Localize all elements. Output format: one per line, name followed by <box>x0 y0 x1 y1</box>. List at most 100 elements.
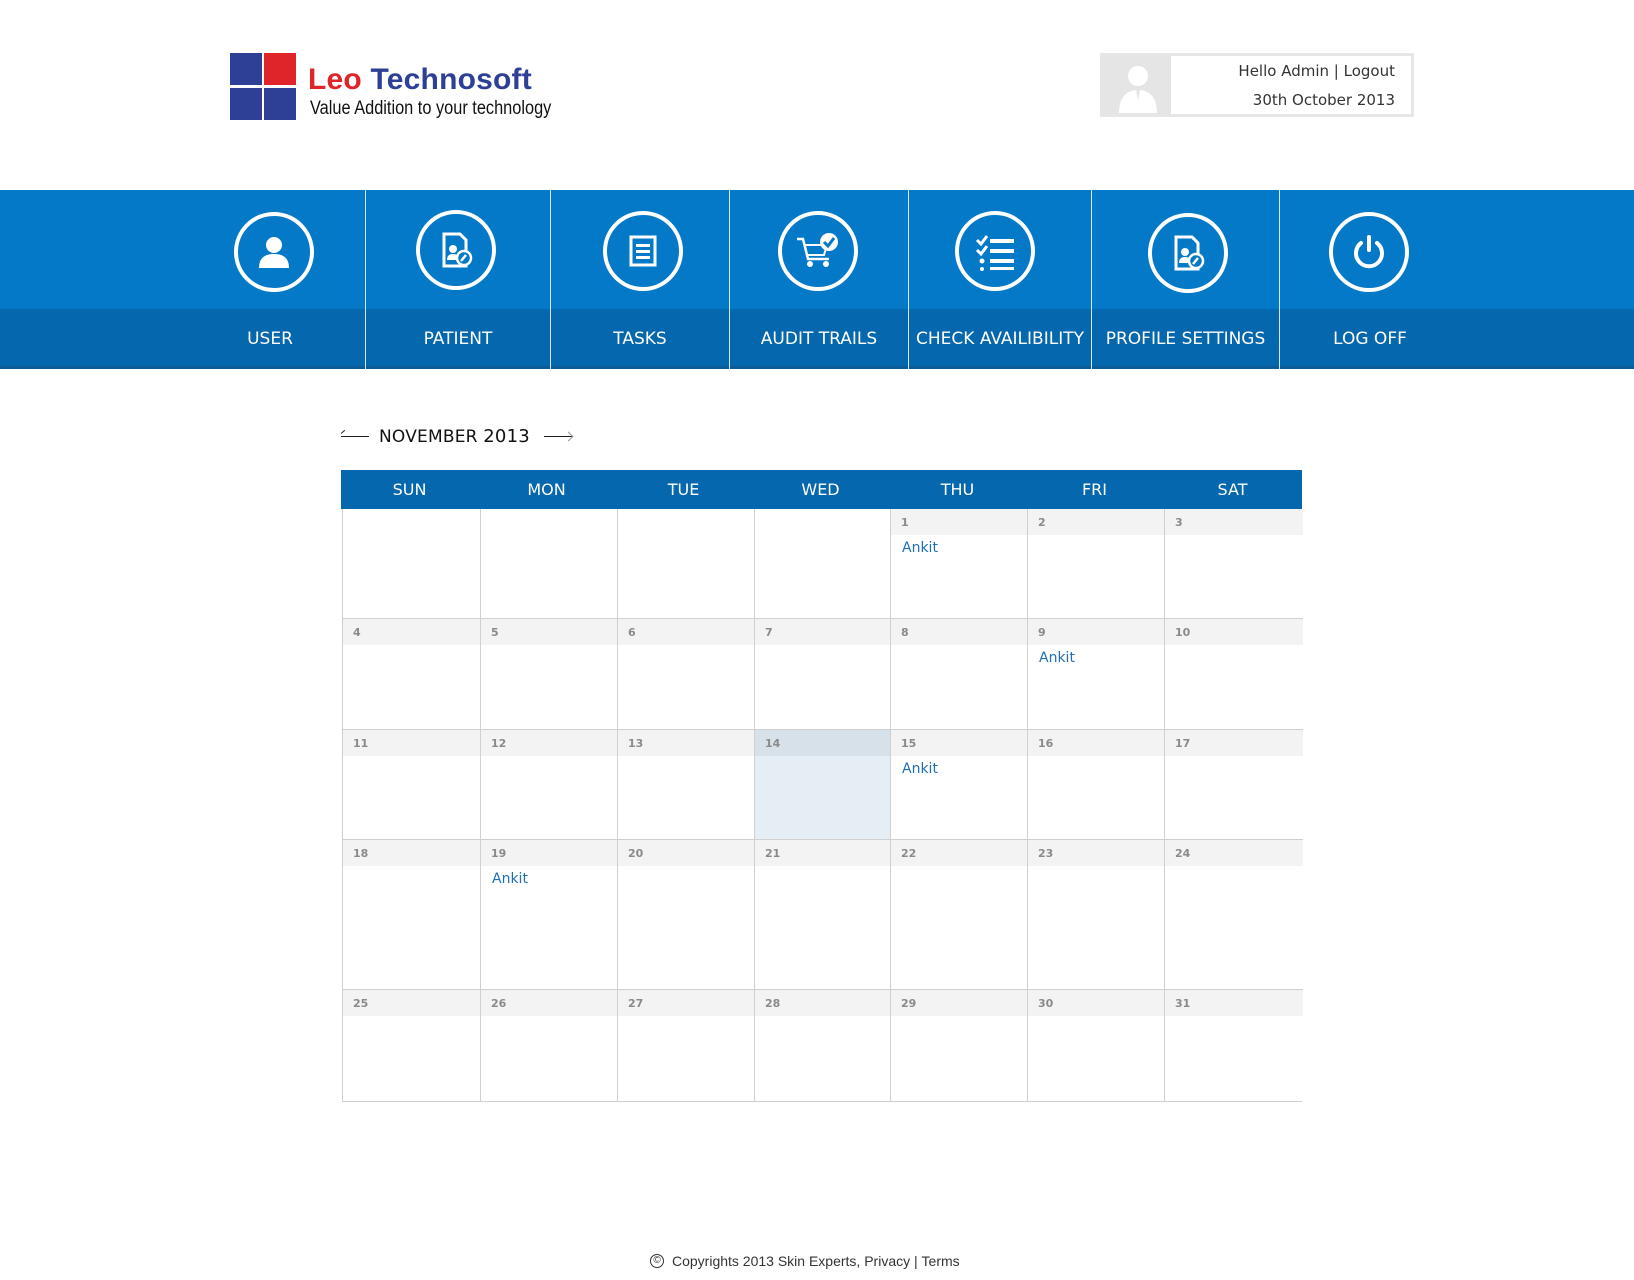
calendar-day-29[interactable]: 29 <box>891 990 1028 1101</box>
day-number: 30 <box>1028 990 1164 1016</box>
weekday-mon: MON <box>527 480 566 499</box>
day-number: 28 <box>755 990 890 1016</box>
avatar-placeholder-icon <box>1119 66 1157 113</box>
calendar-day-24[interactable]: 24 <box>1165 840 1303 990</box>
day-number: 21 <box>755 840 890 866</box>
logo-mark-icon <box>230 53 296 120</box>
calendar-day-11[interactable]: 11 <box>343 730 481 840</box>
nav-item-log-off[interactable]: LOG OFF <box>1279 190 1634 369</box>
day-number: 18 <box>343 840 480 866</box>
brand-name-part2: Technosoft <box>370 63 532 96</box>
calendar-day-16[interactable]: 16 <box>1028 730 1165 840</box>
calendar-day-22[interactable]: 22 <box>891 840 1028 990</box>
calendar-day-25[interactable]: 25 <box>343 990 481 1101</box>
privacy-link[interactable]: Privacy <box>864 1253 910 1269</box>
user-icon <box>234 212 314 292</box>
day-number: 14 <box>755 730 890 756</box>
checklist-icon <box>955 211 1035 291</box>
day-number: 12 <box>481 730 617 756</box>
nav-item-profile-settings[interactable]: PROFILE SETTINGS <box>1091 190 1279 369</box>
calendar-day-1[interactable]: 1 Ankit <box>891 509 1028 619</box>
day-number: 23 <box>1028 840 1164 866</box>
month-navigator: NOVEMBER 2013 <box>341 425 572 447</box>
calendar-day-9[interactable]: 9 Ankit <box>1028 619 1165 730</box>
footer-separator: | <box>914 1253 918 1269</box>
calendar-event[interactable]: Ankit <box>902 540 938 556</box>
logout-link[interactable]: Logout <box>1344 62 1395 80</box>
calendar-day-4[interactable]: 4 <box>343 619 481 730</box>
month-name: NOVEMBER <box>379 426 478 447</box>
nav-item-user[interactable]: USER <box>0 190 365 369</box>
calendar-day-28[interactable]: 28 <box>755 990 891 1101</box>
calendar-day-12[interactable]: 12 <box>481 730 618 840</box>
calendar-event[interactable]: Ankit <box>1039 650 1075 666</box>
brand-name-part1: Leo <box>308 63 362 96</box>
calendar-day-19[interactable]: 19 Ankit <box>481 840 618 990</box>
month-year-label: NOVEMBER 2013 <box>379 426 530 447</box>
day-number: 31 <box>1165 990 1303 1016</box>
calendar-cell-empty <box>481 509 618 619</box>
calendar-day-18[interactable]: 18 <box>343 840 481 990</box>
calendar-day-5[interactable]: 5 <box>481 619 618 730</box>
calendar-cell-empty <box>343 509 481 619</box>
nav-item-audit-trails[interactable]: AUDIT TRAILS <box>729 190 908 369</box>
day-number: 20 <box>618 840 754 866</box>
calendar-day-26[interactable]: 26 <box>481 990 618 1101</box>
footer: © Copyrights 2013 Skin Experts, Privacy … <box>650 1251 960 1271</box>
calendar-day-10[interactable]: 10 <box>1165 619 1303 730</box>
day-number: 3 <box>1165 509 1303 535</box>
day-number: 11 <box>343 730 480 756</box>
user-greeting: Hello Admin <box>1238 62 1330 80</box>
day-number: 15 <box>891 730 1027 756</box>
nav-label-tasks: TASKS <box>613 329 667 349</box>
day-number: 29 <box>891 990 1027 1016</box>
calendar-day-20[interactable]: 20 <box>618 840 755 990</box>
calendar-day-27[interactable]: 27 <box>618 990 755 1101</box>
next-month-arrow-icon[interactable] <box>543 435 572 437</box>
calendar-day-30[interactable]: 30 <box>1028 990 1165 1101</box>
weekday-wed: WED <box>801 480 840 499</box>
day-number: 6 <box>618 619 754 645</box>
nav-item-check-availability[interactable]: CHECK AVAILIBILITY <box>908 190 1091 369</box>
nav-label-log-off: LOG OFF <box>1333 329 1407 349</box>
calendar-day-7[interactable]: 7 <box>755 619 891 730</box>
day-number: 17 <box>1165 730 1303 756</box>
greeting-separator: | <box>1333 62 1339 80</box>
calendar-cell-empty <box>755 509 891 619</box>
calendar-event[interactable]: Ankit <box>492 871 528 887</box>
terms-link[interactable]: Terms <box>922 1253 960 1269</box>
avatar <box>1103 56 1171 114</box>
calendar-event[interactable]: Ankit <box>902 761 938 777</box>
calendar-day-23[interactable]: 23 <box>1028 840 1165 990</box>
calendar-day-3[interactable]: 3 <box>1165 509 1303 619</box>
prev-month-arrow-icon[interactable] <box>341 436 369 437</box>
calendar-day-2[interactable]: 2 <box>1028 509 1165 619</box>
calendar-day-17[interactable]: 17 <box>1165 730 1303 840</box>
nav-item-tasks[interactable]: TASKS <box>550 190 729 369</box>
calendar-cell-empty <box>618 509 755 619</box>
day-number: 2 <box>1028 509 1164 535</box>
nav-label-user: USER <box>247 329 293 349</box>
nav-label-check-availability: CHECK AVAILIBILITY <box>916 329 1084 349</box>
day-number: 1 <box>891 509 1027 535</box>
user-panel: Hello Admin | Logout 30th October 2013 <box>1100 53 1414 117</box>
calendar-day-14[interactable]: 14 <box>755 730 891 840</box>
nav-item-patient[interactable]: PATIENT <box>365 190 550 369</box>
day-number: 8 <box>891 619 1027 645</box>
weekday-sun: SUN <box>392 480 427 499</box>
calendar-day-8[interactable]: 8 <box>891 619 1028 730</box>
day-number: 16 <box>1028 730 1164 756</box>
calendar-day-21[interactable]: 21 <box>755 840 891 990</box>
calendar-day-15[interactable]: 15 Ankit <box>891 730 1028 840</box>
day-number: 7 <box>755 619 890 645</box>
day-number: 9 <box>1028 619 1164 645</box>
weekday-thu: THU <box>940 480 975 499</box>
copyright-icon: © <box>650 1254 664 1268</box>
brand-logo[interactable]: Leo Technosoft Value Addition to your te… <box>230 53 570 123</box>
power-icon <box>1329 212 1409 292</box>
day-number: 19 <box>481 840 617 866</box>
calendar-day-31[interactable]: 31 <box>1165 990 1303 1101</box>
calendar-day-6[interactable]: 6 <box>618 619 755 730</box>
calendar-day-13[interactable]: 13 <box>618 730 755 840</box>
calendar-weekday-header: SUN MON TUE WED THU FRI SAT <box>341 470 1302 509</box>
